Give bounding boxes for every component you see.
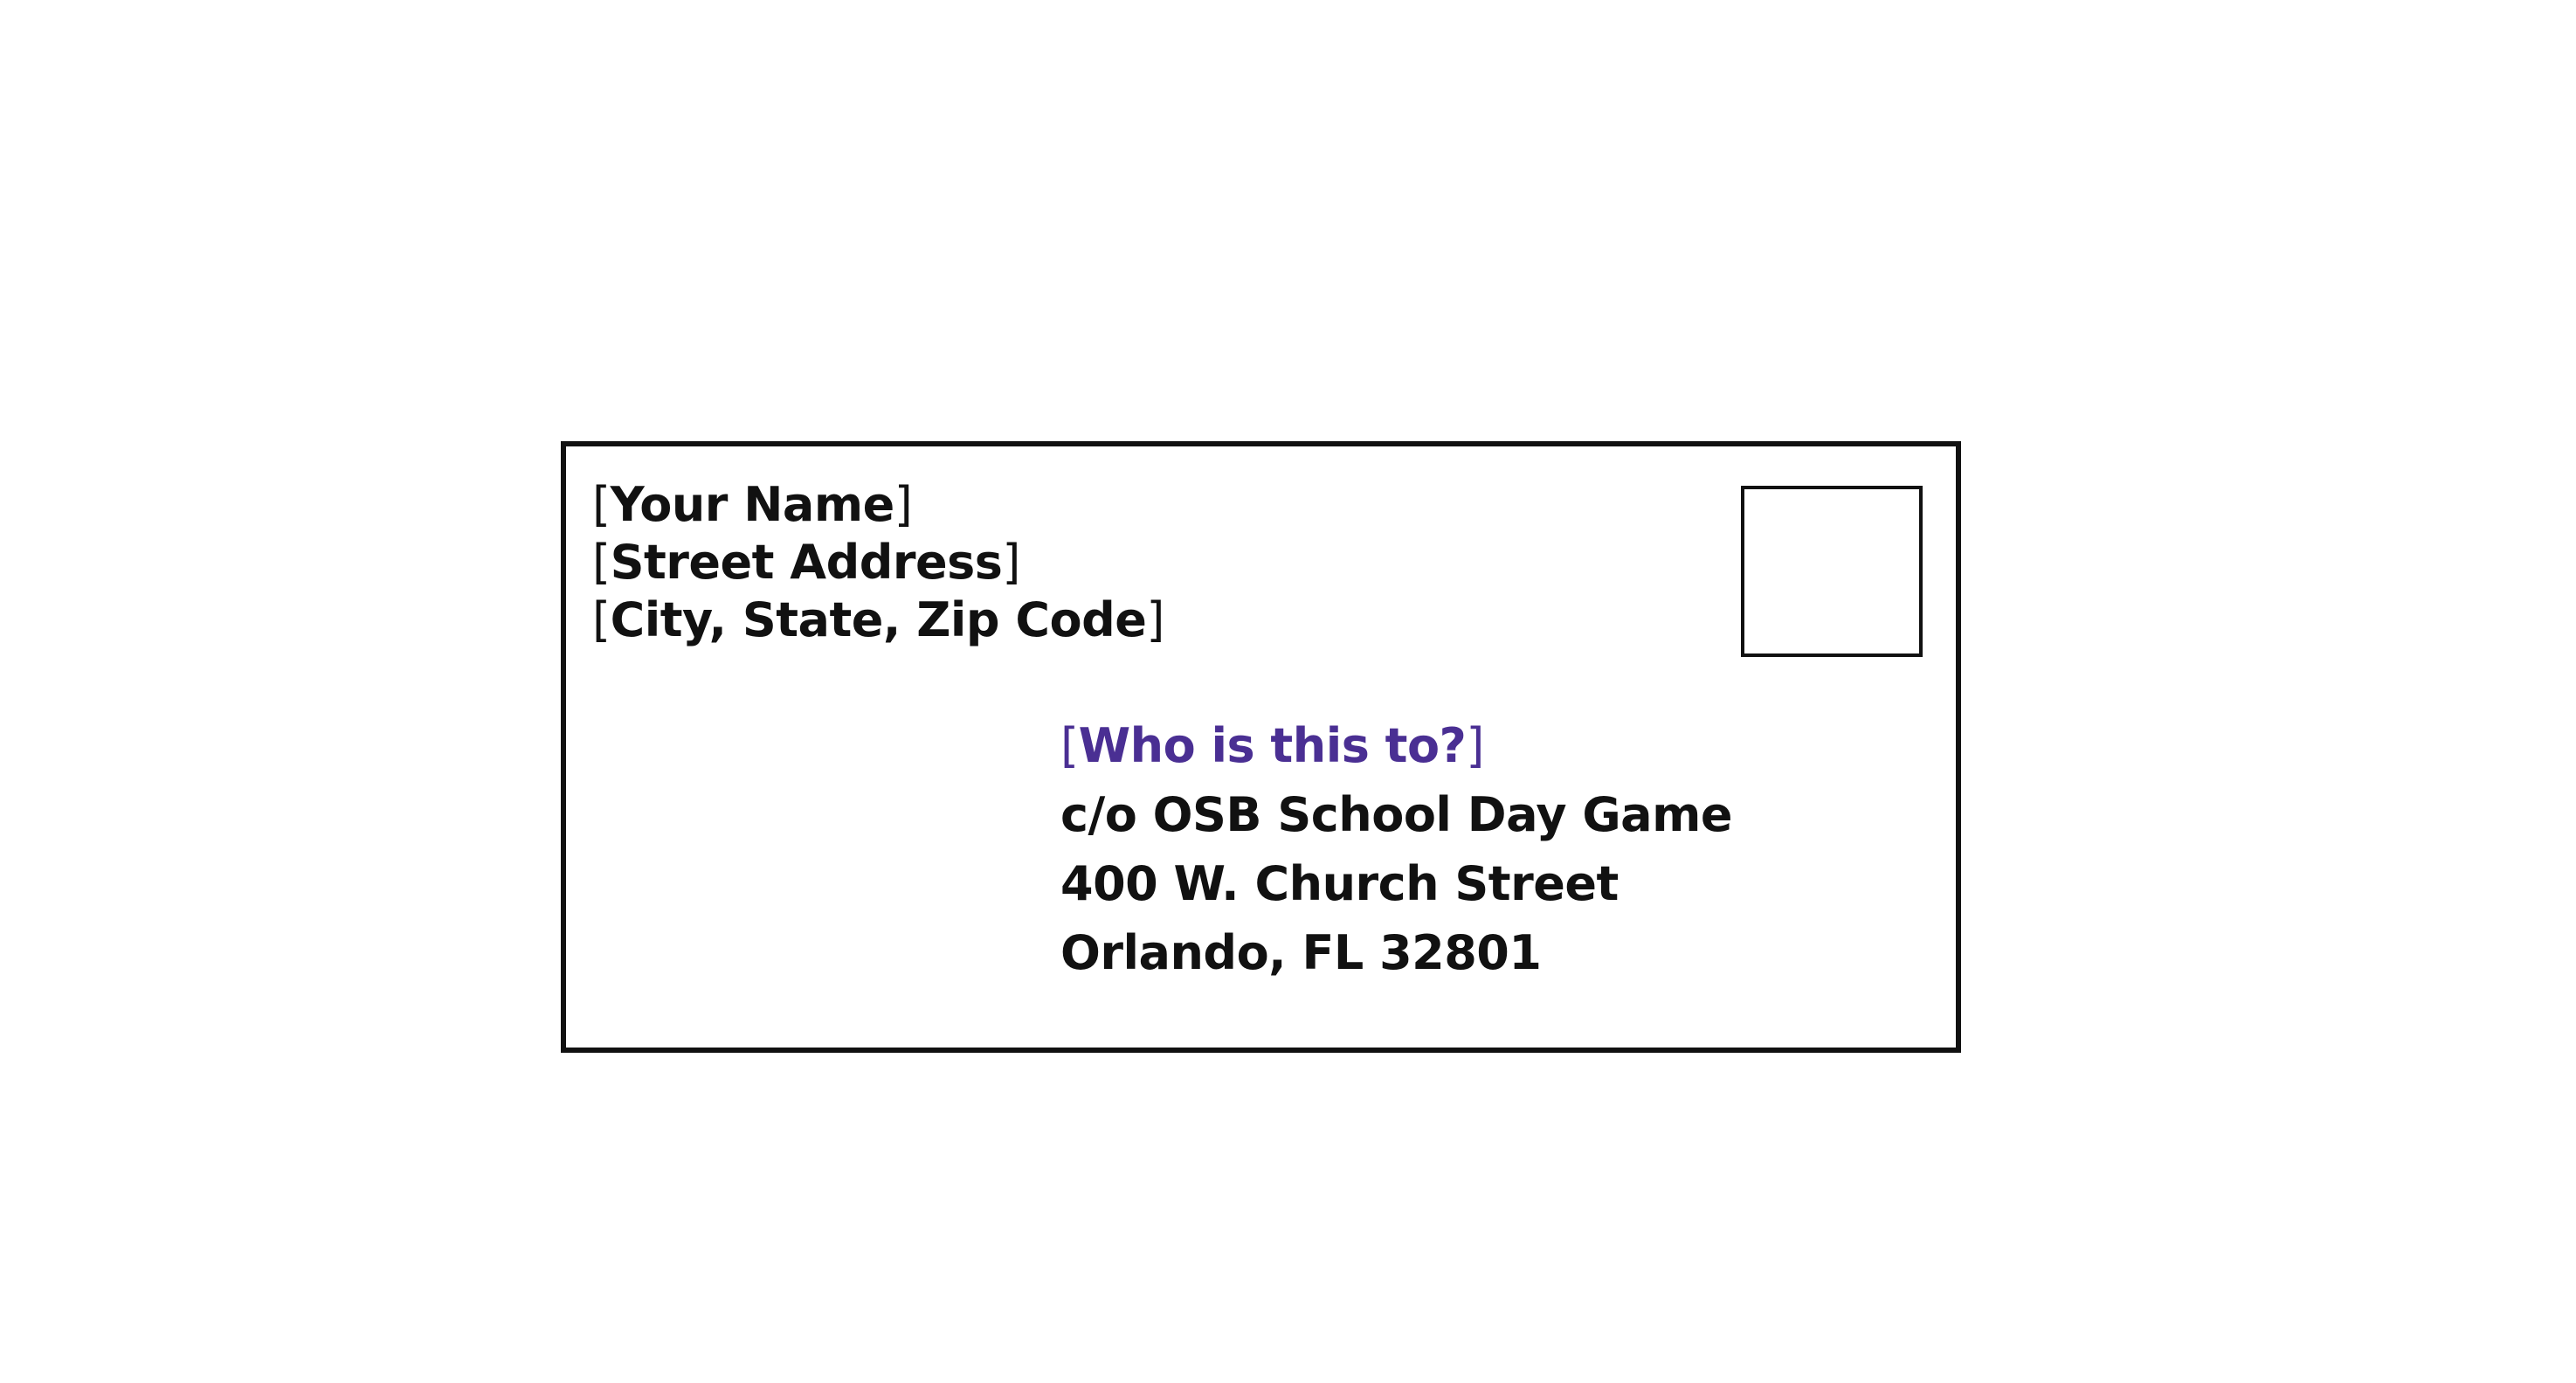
return-street-line: [Street Address] — [592, 535, 1020, 590]
envelope: [Your Name] [Street Address] [City, Stat… — [561, 441, 1961, 1053]
recipient-addressee: [Who is this to?] — [1060, 718, 1484, 773]
recipient-address: [Who is this to?] c/o OSB School Day Gam… — [1060, 711, 1733, 987]
recipient-city-state-zip: Orlando, FL 32801 — [1060, 925, 1542, 980]
return-city-line: [City, State, Zip Code] — [592, 592, 1164, 647]
recipient-care-of: c/o OSB School Day Game — [1060, 787, 1733, 842]
return-city-state-zip: City, State, Zip Code — [610, 592, 1147, 647]
recipient-street: 400 W. Church Street — [1060, 856, 1619, 911]
return-name: Your Name — [610, 477, 895, 532]
return-street: Street Address — [610, 535, 1003, 590]
stamp-placeholder — [1741, 486, 1923, 657]
return-address: [Your Name] [Street Address] [City, Stat… — [592, 476, 1164, 649]
return-name-line: [Your Name] — [592, 477, 913, 532]
